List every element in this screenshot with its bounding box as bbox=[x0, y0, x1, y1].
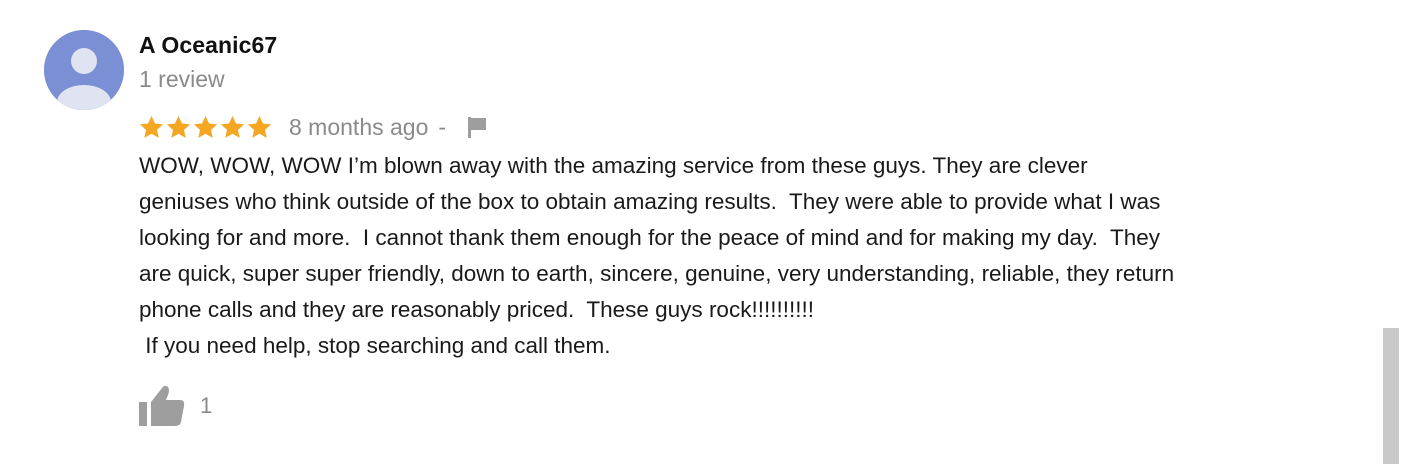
star-icon bbox=[247, 115, 272, 138]
review-text: WOW, WOW, WOW I’m blown away with the am… bbox=[139, 148, 1359, 364]
review-text-line: looking for and more. I cannot thank the… bbox=[139, 225, 1161, 250]
separator: - bbox=[438, 113, 447, 140]
flag-icon[interactable] bbox=[464, 114, 490, 140]
rating-row: 8 months ago - bbox=[138, 111, 490, 143]
star-icon bbox=[220, 115, 245, 138]
like-count: 1 bbox=[200, 393, 213, 418]
scrollbar[interactable] bbox=[1383, 328, 1399, 464]
review-text-line: are quick, super super friendly, down to… bbox=[139, 261, 1175, 286]
star-rating bbox=[138, 114, 273, 141]
star-icon bbox=[193, 115, 218, 138]
review-text-line: If you need help, stop searching and cal… bbox=[139, 333, 611, 358]
star-icon bbox=[166, 115, 191, 138]
review-text-line: WOW, WOW, WOW I’m blown away with the am… bbox=[139, 153, 1088, 178]
star-icon bbox=[139, 115, 164, 138]
avatar[interactable] bbox=[44, 30, 124, 110]
review-text-line: phone calls and they are reasonably pric… bbox=[139, 297, 814, 322]
reviewer-review-count: 1 review bbox=[139, 66, 225, 92]
review-text-line: geniuses who think outside of the box to… bbox=[139, 189, 1161, 214]
thumbs-up-icon bbox=[139, 385, 185, 426]
review-card: A Oceanic67 1 review 8 months ago - WOW,… bbox=[0, 0, 1414, 464]
review-time: 8 months ago bbox=[289, 113, 429, 140]
default-avatar-icon bbox=[44, 30, 124, 110]
reviewer-name[interactable]: A Oceanic67 bbox=[139, 32, 277, 59]
like-button[interactable]: 1 bbox=[138, 384, 212, 428]
